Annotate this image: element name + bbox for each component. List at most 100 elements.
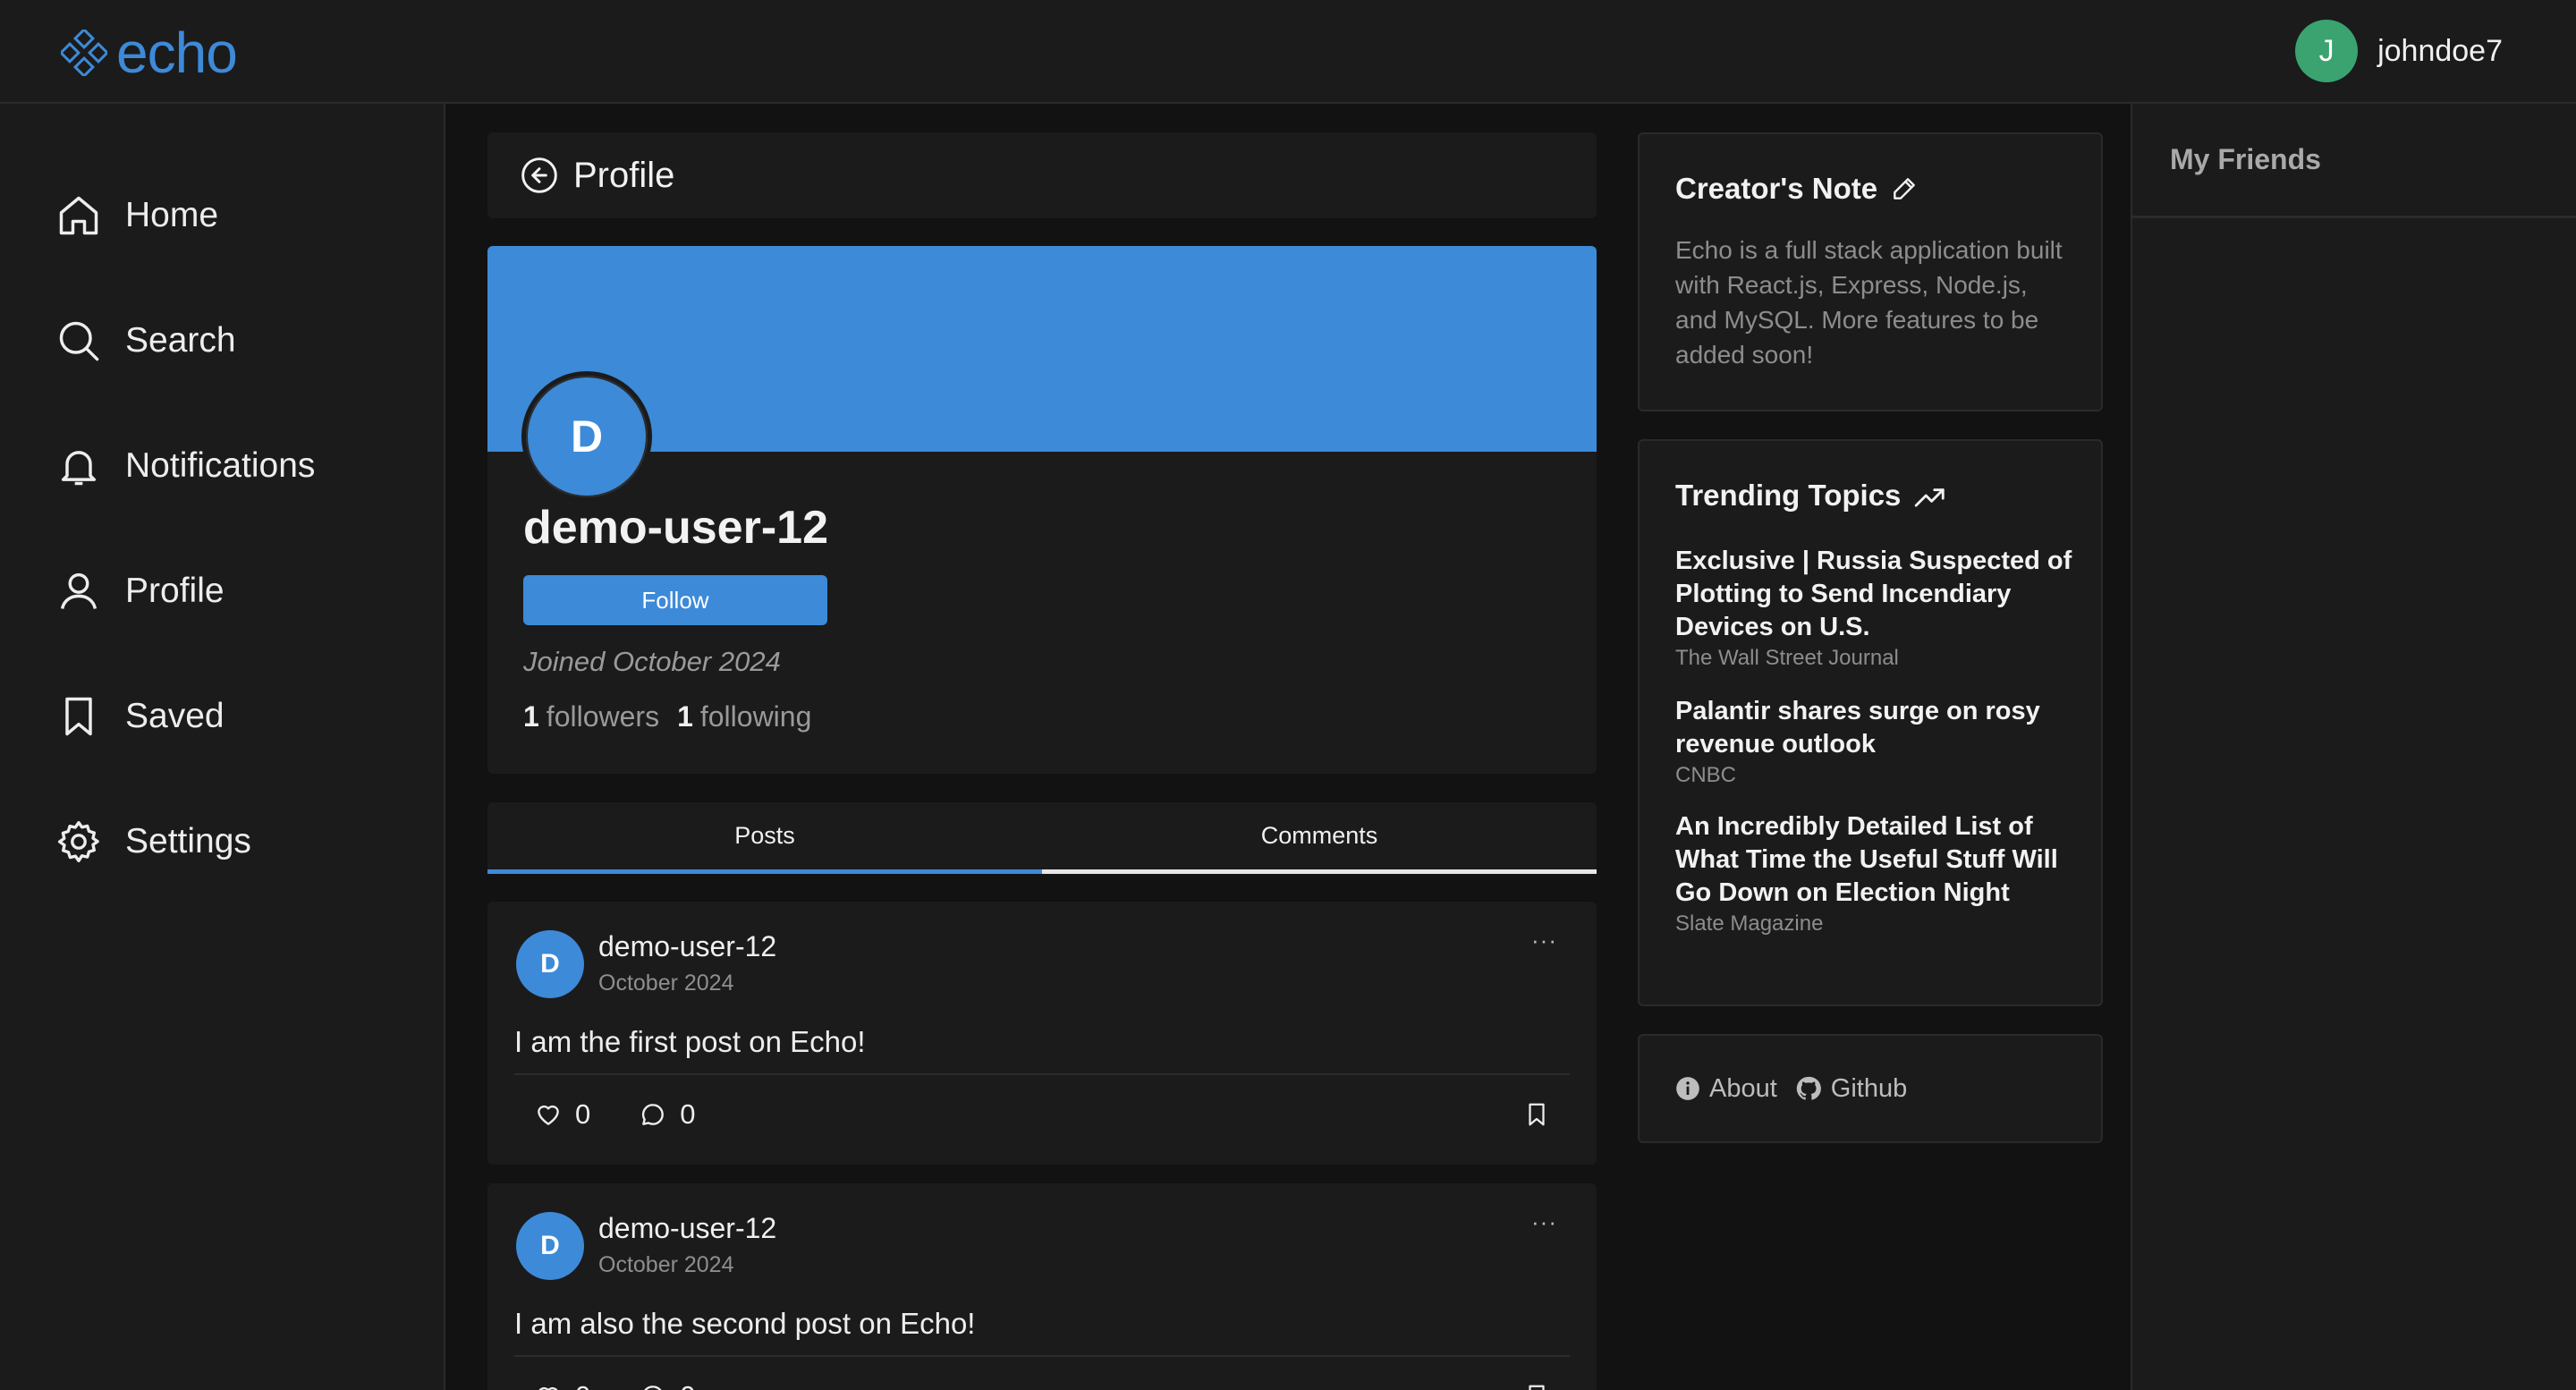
trending-up-icon — [1913, 481, 1947, 510]
comment-icon — [639, 1100, 667, 1129]
sidebar-item-settings[interactable]: Settings — [54, 810, 251, 873]
github-link[interactable]: Github — [1795, 1074, 1907, 1104]
like-button[interactable]: 0 — [534, 1380, 590, 1390]
creators-note-title: Creator's Note — [1675, 172, 1919, 206]
joined-date: Joined October 2024 — [523, 646, 781, 677]
followers-link[interactable]: 1 followers — [523, 700, 659, 733]
friends-panel: My Friends — [2131, 104, 2576, 1390]
creators-note-card: Creator's Note Echo is a full stack appl… — [1638, 132, 2103, 411]
about-label: About — [1709, 1073, 1777, 1103]
arrow-left-circle-icon[interactable] — [520, 156, 559, 195]
followers-label: followers — [546, 700, 660, 733]
list-item[interactable]: Palantir shares surge on rosy revenue ou… — [1675, 695, 2078, 788]
trending-title: Trending Topics — [1675, 479, 1947, 513]
bookmark-icon[interactable] — [1523, 1100, 1550, 1129]
like-count: 0 — [575, 1380, 590, 1390]
topic-title[interactable]: Palantir shares surge on rosy revenue ou… — [1675, 695, 2078, 761]
app-name: echo — [116, 21, 238, 85]
page-header: Profile — [487, 132, 1597, 218]
gear-icon — [54, 817, 104, 867]
post-card: D demo-user-12 October 2024 ··· I am als… — [487, 1183, 1597, 1390]
following-count: 1 — [677, 700, 693, 733]
follow-button[interactable]: Follow — [523, 575, 827, 625]
friends-title: My Friends — [2170, 143, 2321, 175]
bookmark-icon — [54, 691, 104, 742]
tab-comments[interactable]: Comments — [1042, 802, 1597, 874]
avatar: J — [2295, 20, 2359, 82]
pencil-icon — [1890, 174, 1919, 203]
sidebar-item-home[interactable]: Home — [54, 184, 218, 247]
comment-button[interactable]: 0 — [639, 1098, 696, 1131]
more-options-icon[interactable]: ··· — [1531, 1208, 1557, 1236]
profile-name: demo-user-12 — [523, 502, 828, 554]
creators-note-heading: Creator's Note — [1675, 172, 1878, 205]
user-menu[interactable]: J johndoe7 — [2295, 18, 2503, 84]
post-text: I am the first post on Echo! — [514, 1025, 866, 1058]
info-icon — [1675, 1076, 1700, 1101]
sidebar-item-saved[interactable]: Saved — [54, 685, 225, 748]
post-author[interactable]: demo-user-12 — [598, 1212, 776, 1245]
about-link[interactable]: About — [1675, 1074, 1777, 1104]
comment-count: 0 — [680, 1098, 696, 1130]
like-count: 0 — [575, 1098, 591, 1130]
following-link[interactable]: 1 following — [677, 700, 811, 733]
divider — [514, 1073, 1570, 1075]
more-options-icon[interactable]: ··· — [1531, 927, 1557, 954]
github-icon — [1795, 1075, 1822, 1102]
profile-banner — [487, 246, 1597, 452]
sidebar-item-search[interactable]: Search — [54, 309, 236, 372]
avatar[interactable]: D — [516, 930, 584, 998]
post-card: D demo-user-12 October 2024 ··· I am the… — [487, 902, 1597, 1165]
topic-source: CNBC — [1675, 763, 1737, 787]
sidebar-item-label: Saved — [125, 697, 225, 735]
logo-icon — [61, 30, 107, 76]
comment-button[interactable]: 0 — [639, 1380, 696, 1390]
topic-source: Slate Magazine — [1675, 911, 1824, 936]
trending-heading: Trending Topics — [1675, 479, 1902, 512]
followers-count: 1 — [523, 700, 539, 733]
post-actions: 0 0 — [534, 1098, 696, 1131]
sidebar-item-profile[interactable]: Profile — [54, 560, 225, 623]
follow-counts: 1 followers 1 following — [523, 700, 811, 733]
profile-card: D demo-user-12 Follow Joined October 202… — [487, 246, 1597, 774]
github-label: Github — [1830, 1073, 1908, 1103]
search-icon — [54, 316, 104, 366]
divider — [514, 1355, 1570, 1357]
footer-links-card: About Github — [1638, 1034, 2103, 1143]
app-logo[interactable]: echo — [61, 21, 238, 85]
profile-avatar: D — [521, 371, 652, 502]
username: johndoe7 — [2377, 33, 2503, 68]
sidebar-item-label: Notifications — [125, 446, 316, 485]
creators-note-body: Echo is a full stack application built w… — [1675, 236, 2063, 369]
bookmark-icon[interactable] — [1523, 1382, 1550, 1390]
tab-posts[interactable]: Posts — [487, 802, 1042, 874]
home-icon — [54, 191, 104, 241]
sidebar: Home Search Notifications Profile Saved … — [0, 104, 445, 1390]
list-item[interactable]: Exclusive | Russia Suspected of Plotting… — [1675, 545, 2078, 671]
avatar[interactable]: D — [516, 1212, 584, 1280]
comment-icon — [639, 1382, 667, 1390]
sidebar-item-label: Search — [125, 321, 236, 360]
topic-title[interactable]: Exclusive | Russia Suspected of Plotting… — [1675, 545, 2078, 644]
post-actions: 0 0 — [534, 1380, 696, 1390]
top-bar: echo J johndoe7 — [0, 0, 2576, 104]
bell-icon — [54, 441, 104, 491]
sidebar-item-label: Settings — [125, 822, 251, 860]
following-label: following — [699, 700, 812, 733]
post-date: October 2024 — [598, 1252, 734, 1277]
profile-tabs: Posts Comments — [487, 802, 1597, 874]
friends-header: My Friends — [2132, 104, 2576, 218]
heart-icon — [534, 1382, 563, 1390]
topic-source: The Wall Street Journal — [1675, 646, 1899, 670]
post-date: October 2024 — [598, 970, 734, 996]
post-text: I am also the second post on Echo! — [514, 1307, 976, 1340]
topic-title[interactable]: An Incredibly Detailed List of What Time… — [1675, 810, 2078, 910]
footer-links: About Github — [1640, 1036, 2101, 1141]
sidebar-item-notifications[interactable]: Notifications — [54, 435, 315, 497]
sidebar-item-label: Home — [125, 196, 219, 234]
post-author[interactable]: demo-user-12 — [598, 930, 776, 963]
heart-icon — [534, 1100, 563, 1129]
like-button[interactable]: 0 — [534, 1098, 590, 1131]
sidebar-item-label: Profile — [125, 572, 225, 610]
list-item[interactable]: An Incredibly Detailed List of What Time… — [1675, 810, 2078, 937]
